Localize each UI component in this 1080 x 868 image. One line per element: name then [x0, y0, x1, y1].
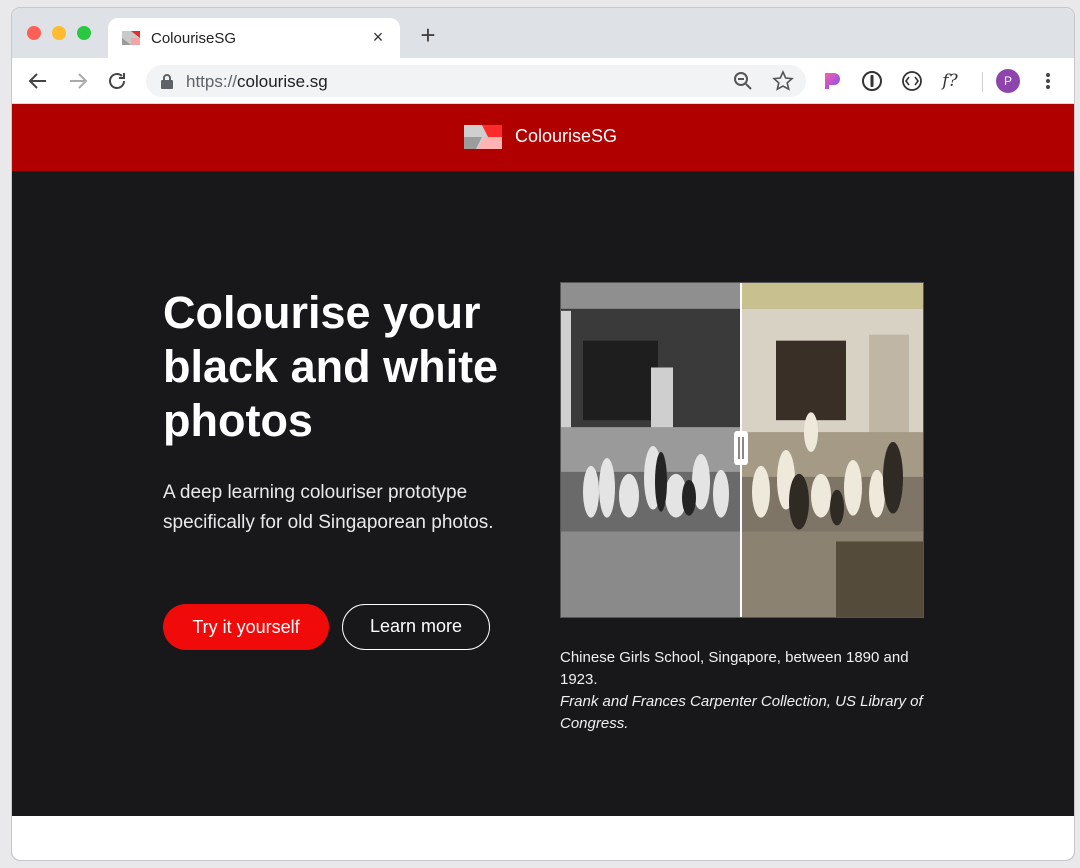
colourised-photo [741, 283, 923, 617]
url-scheme: https:// [186, 72, 238, 91]
browser-window: ColouriseSG × + https://colourise.sg f? … [12, 8, 1074, 860]
page-content: ColouriseSG Colourise your black and whi… [12, 104, 1074, 860]
new-tab-button[interactable]: + [416, 22, 440, 48]
comparison-drag-handle[interactable] [734, 431, 748, 465]
footer-strip [12, 816, 1074, 860]
learn-more-button[interactable]: Learn more [342, 604, 490, 650]
forward-arrow-icon[interactable] [66, 69, 90, 93]
reload-icon[interactable] [105, 69, 129, 93]
more-menu-icon[interactable] [1038, 69, 1058, 93]
tab-strip: ColouriseSG × + [12, 8, 1074, 58]
caption-credit: Frank and Frances Carpenter Collection, … [560, 693, 923, 732]
minimize-window-button[interactable] [52, 26, 66, 40]
hero-subtitle: A deep learning colouriser prototype spe… [163, 482, 494, 533]
gradient-extension-icon[interactable] [820, 69, 844, 93]
close-tab-icon[interactable]: × [368, 27, 388, 47]
toolbar-divider [982, 72, 983, 92]
hero-title: Colourise your black and white photos [163, 287, 499, 446]
address-bar[interactable]: https://colourise.sg [146, 65, 806, 97]
caption-text: Chinese Girls School, Singapore, between… [560, 649, 909, 688]
password-manager-icon[interactable] [860, 69, 884, 93]
photo-comparison-slider[interactable] [560, 282, 924, 618]
tab-colourisesg[interactable]: ColouriseSG × [108, 18, 400, 58]
colourisesg-logo-icon [464, 125, 502, 149]
photo-caption: Chinese Girls School, Singapore, between… [560, 647, 925, 735]
tab-title: ColouriseSG [151, 30, 237, 47]
maximize-window-button[interactable] [77, 26, 91, 40]
function-extension-icon[interactable]: f? [938, 69, 962, 93]
back-arrow-icon[interactable] [26, 69, 50, 93]
bookmark-star-icon[interactable] [772, 70, 794, 92]
close-window-button[interactable] [27, 26, 41, 40]
lock-icon [161, 74, 173, 89]
url-host: colourise.sg [237, 72, 328, 91]
profile-avatar[interactable]: P [996, 69, 1020, 93]
black-and-white-photo [561, 283, 741, 617]
colourisesg-favicon-icon [122, 31, 140, 45]
zoom-icon[interactable] [732, 70, 754, 92]
brand-name: ColouriseSG [515, 126, 618, 146]
browser-toolbar: https://colourise.sg f? P [12, 58, 1074, 104]
site-header: ColouriseSG [12, 104, 1074, 171]
try-it-yourself-button[interactable]: Try it yourself [163, 604, 329, 650]
code-brackets-icon[interactable] [900, 69, 924, 93]
url-text: https://colourise.sg [186, 72, 328, 92]
